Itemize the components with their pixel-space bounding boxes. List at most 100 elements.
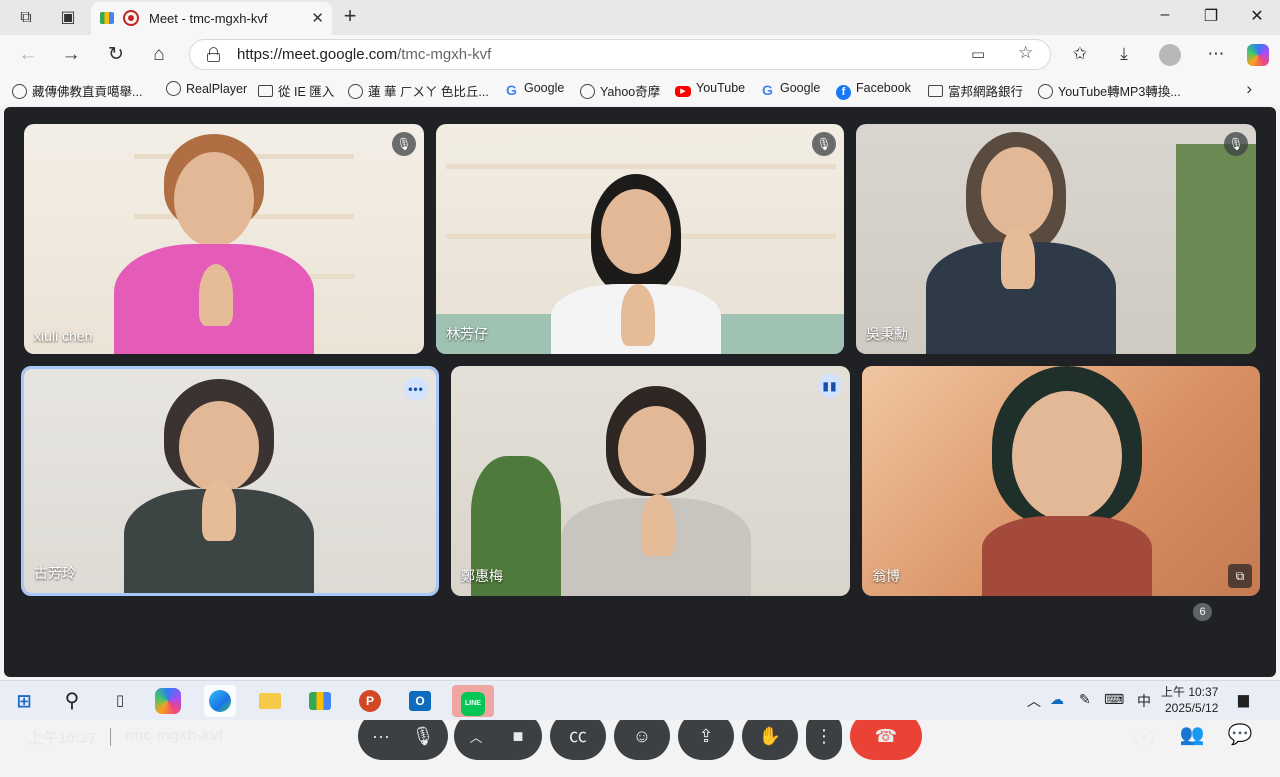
address-toolbar: ← → ↻ ⌂ https://meet.google.com/tmc-mgxh…	[0, 35, 1280, 75]
meeting-time: 上午10:37	[28, 730, 97, 747]
mic-off-icon: 🎙	[1224, 132, 1248, 156]
bookmark-item[interactable]: G Google	[760, 81, 820, 98]
file-explorer-icon[interactable]	[254, 685, 286, 717]
home-button[interactable]: ⌂	[145, 42, 173, 68]
bookmark-folder[interactable]: 從 IE 匯入	[258, 81, 334, 100]
bookmark-item[interactable]: YouTube轉MP3轉換...	[1038, 81, 1181, 100]
globe-icon	[580, 84, 595, 99]
bookmark-item[interactable]: RealPlayer	[166, 81, 247, 96]
video-options-chevron-up-icon[interactable]: ︿	[456, 714, 496, 762]
task-view-icon[interactable]: ▯	[104, 685, 136, 717]
browser-tab-meet[interactable]: Meet - tmc-mgxh-kvf ✕	[91, 2, 332, 35]
taskbar-date: 2025/5/12	[1164, 701, 1219, 715]
bookmark-item[interactable]: f Facebook	[836, 81, 911, 100]
close-tab-icon[interactable]: ✕	[311, 9, 324, 27]
camera-in-use-icon[interactable]: ▭	[971, 45, 985, 63]
participant-name: 吳秉勳	[866, 326, 908, 342]
forward-button[interactable]: →	[57, 42, 85, 68]
meeting-code: tmc-mgxh-kvf	[125, 727, 224, 744]
downloads-icon[interactable]: ⤓	[1112, 44, 1136, 64]
google-icon: G	[506, 82, 517, 98]
taskbar-time: 上午 10:37	[1161, 685, 1219, 699]
meet-stage: xiuli chen 🎙 林芳仔 🎙 吳秉勳 🎙 古芳玲 ••• 鄭惠梅 ▮▮ …	[4, 107, 1276, 760]
copilot-app-icon[interactable]	[155, 688, 181, 714]
keyboard-icon[interactable]: ⌨	[1104, 691, 1124, 708]
bookmark-item[interactable]: ▶ YouTube	[675, 81, 745, 97]
show-hidden-icons-chevron-icon[interactable]: ︿	[1027, 691, 1041, 711]
onedrive-icon[interactable]: ☁	[1050, 691, 1064, 708]
site-info-lock-icon[interactable]	[207, 47, 220, 62]
google-icon: G	[762, 82, 773, 98]
chat-icon[interactable]: 💬	[1226, 722, 1254, 747]
vertical-tabs-icon[interactable]: ▣	[54, 4, 82, 32]
bookmark-item[interactable]: G Google	[504, 81, 564, 98]
minimize-button[interactable]: –	[1142, 6, 1188, 24]
settings-more-icon[interactable]: ⋯	[1204, 44, 1228, 64]
pen-icon[interactable]: ✎	[1079, 691, 1091, 708]
taskbar-clock[interactable]: 上午 10:37 2025/5/12	[1161, 684, 1218, 716]
close-window-button[interactable]: ✕	[1234, 6, 1280, 26]
mic-off-icon: 🎙	[812, 132, 836, 156]
back-button[interactable]: ←	[14, 42, 42, 68]
facebook-icon: f	[836, 85, 851, 100]
globe-icon	[12, 84, 27, 99]
participant-count-badge: 6	[1193, 603, 1212, 621]
participant-tile[interactable]: 吳秉勳 🎙	[856, 124, 1256, 354]
edge-app-button[interactable]	[204, 685, 236, 717]
globe-icon	[348, 84, 363, 99]
chevron-right-icon[interactable]: ›	[1246, 79, 1252, 99]
workspaces-icon[interactable]: ⧉	[12, 4, 40, 32]
globe-icon	[166, 81, 181, 96]
powerpoint-icon[interactable]: P	[354, 685, 386, 717]
outlook-icon[interactable]: O	[404, 685, 436, 717]
divider	[110, 728, 111, 746]
url-text: https://meet.google.com/tmc-mgxh-kvf	[237, 46, 492, 63]
refresh-button[interactable]: ↻	[102, 42, 130, 68]
mic-off-icon: 🎙	[392, 132, 416, 156]
captions-icon: ㏄	[569, 726, 587, 746]
line-app-button[interactable]: LINE	[452, 685, 494, 717]
search-icon[interactable]: ⚲	[56, 685, 88, 717]
more-options-icon[interactable]: •••	[404, 377, 428, 401]
people-icon[interactable]: 👥	[1178, 722, 1206, 747]
favorites-bar: 藏傳佛教直貢噶舉... RealPlayer 從 IE 匯入 蓮 華 ㄏㄨㄚ 色…	[0, 75, 1280, 105]
meet-app-icon[interactable]	[304, 685, 336, 717]
tab-title: Meet - tmc-mgxh-kvf	[149, 11, 268, 26]
participant-name: 鄭惠梅	[461, 568, 503, 584]
participant-name: 翁博	[872, 568, 900, 584]
line-icon: LINE	[461, 692, 485, 716]
restore-button[interactable]: ❐	[1188, 6, 1234, 26]
address-bar[interactable]: https://meet.google.com/tmc-mgxh-kvf ▭ ☆	[189, 39, 1051, 70]
participant-tile[interactable]: 鄭惠梅 ▮▮	[451, 366, 850, 596]
pin-tile-icon[interactable]: ⧉	[1228, 564, 1252, 588]
favorites-icon[interactable]: ✩	[1068, 44, 1092, 64]
notification-icon[interactable]: ▆	[1238, 691, 1249, 708]
participant-tile[interactable]: xiuli chen 🎙	[24, 124, 424, 354]
participant-name: 古芳玲	[34, 565, 76, 581]
windows-taskbar: ⊞ ⚲ ▯ P O LINE ︿ ☁ ✎ ⌨ 中 上午 10:37 2025/5…	[0, 680, 1280, 720]
bookmark-folder[interactable]: 富邦網路銀行	[928, 81, 1023, 100]
edge-icon	[209, 690, 231, 712]
bookmark-item[interactable]: 藏傳佛教直貢噶舉...	[12, 81, 142, 100]
bookmark-item[interactable]: Yahoo奇摩	[580, 81, 660, 100]
tab-strip: ⧉ ▣ Meet - tmc-mgxh-kvf ✕ + – ❐ ✕	[0, 0, 1280, 35]
participant-name: xiuli chen	[34, 328, 93, 344]
copilot-icon[interactable]	[1247, 44, 1269, 66]
favorite-star-icon[interactable]: ☆	[1018, 43, 1033, 63]
participant-tile[interactable]: 翁博 ⧉	[862, 366, 1260, 596]
participant-tile[interactable]: 林芳仔 🎙	[436, 124, 844, 354]
speaking-indicator-icon: ▮▮	[818, 374, 842, 398]
emoji-icon: ☺	[632, 726, 652, 746]
present-screen-icon: ⇪	[698, 726, 714, 746]
recording-icon	[123, 10, 139, 26]
new-tab-button[interactable]: +	[338, 3, 362, 29]
profile-avatar[interactable]	[1159, 44, 1181, 66]
windows-start-icon[interactable]: ⊞	[8, 685, 40, 717]
globe-icon	[1038, 84, 1053, 99]
bookmark-item[interactable]: 蓮 華 ㄏㄨㄚ 色比丘...	[348, 81, 489, 100]
participant-tile-active[interactable]: 古芳玲 •••	[21, 366, 439, 596]
meet-favicon-icon	[100, 12, 114, 24]
meeting-info-icon[interactable]: ⓘ	[1130, 722, 1158, 751]
ime-indicator[interactable]: 中	[1137, 691, 1151, 711]
participant-name: 林芳仔	[446, 326, 488, 342]
